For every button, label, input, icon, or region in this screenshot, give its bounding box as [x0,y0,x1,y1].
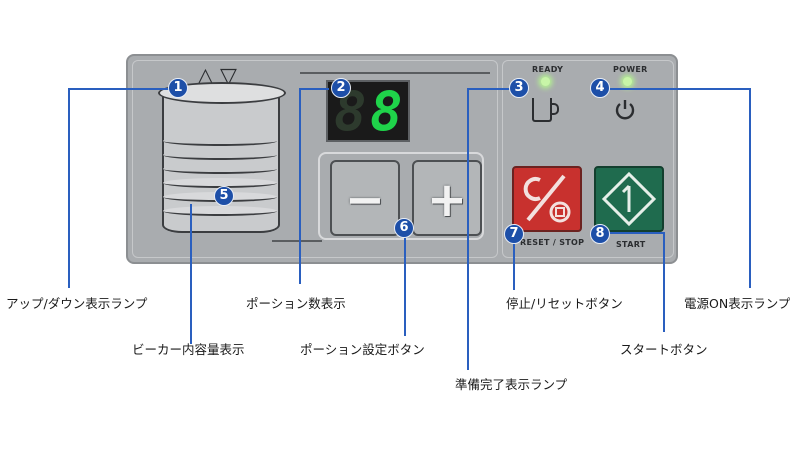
marker-6: 6 [394,218,414,238]
cup-handle [551,103,559,115]
panel-divider-top [300,72,490,74]
ready-led [541,77,550,86]
lead-line-6 [404,236,406,336]
marker-1: 1 [168,78,188,98]
caption-portion-set-button: ポーション設定ボタン [300,342,425,357]
caption-stop-reset-button: 停止/リセットボタン [506,296,623,311]
lead-line-1v [68,88,70,288]
lead-line-8 [608,232,664,234]
lead-line-7 [513,242,515,290]
caption-portion-count: ポーション数表示 [246,296,346,311]
lead-line-4 [610,88,750,90]
ready-label: READY [532,65,564,74]
power-label: POWER [613,65,648,74]
caption-start-button: スタートボタン [620,342,708,357]
power-icon [615,100,635,120]
start-button[interactable] [594,166,664,232]
lead-line-8v [663,232,665,332]
start-label: START [616,240,646,249]
marker-3: 3 [509,78,529,98]
portion-plus-button[interactable]: + [412,160,482,236]
caption-ready-lamp: 準備完了表示ランプ [455,377,568,392]
lead-line-4v [749,88,751,288]
lead-line-2v [299,88,301,284]
plus-icon: + [426,172,468,228]
caption-beaker-level: ビーカー内容量表示 [132,342,245,357]
marker-2: 2 [331,78,351,98]
lead-line-3v [467,88,469,370]
caption-power-lamp: 電源ON表示ランプ [684,296,791,311]
reset-stop-label: RESET / STOP [520,238,585,247]
caption-updown-lamp: アップ/ダウン表示ランプ [6,296,148,311]
beaker-level-ring [163,164,277,174]
lead-line-5 [190,204,192,344]
marker-4: 4 [590,78,610,98]
minus-icon: − [344,172,386,228]
display-digit-ones: 8 [370,80,403,143]
beaker-level-ring [163,136,277,146]
beaker-level-ring [163,150,277,160]
marker-5: 5 [214,186,234,206]
lead-line-2 [299,88,329,90]
cup-icon [532,98,552,122]
power-led [623,77,632,86]
marker-8: 8 [590,224,610,244]
portion-minus-button[interactable]: − [330,160,400,236]
lead-line-1 [68,88,170,90]
reset-stop-button[interactable] [512,166,582,232]
start-diamond-icon [601,171,657,227]
lead-line-3 [467,88,511,90]
beaker-level-ring [163,206,277,216]
marker-7: 7 [504,224,524,244]
reset-stop-icon [523,174,571,223]
panel-divider-bottom [272,240,322,242]
